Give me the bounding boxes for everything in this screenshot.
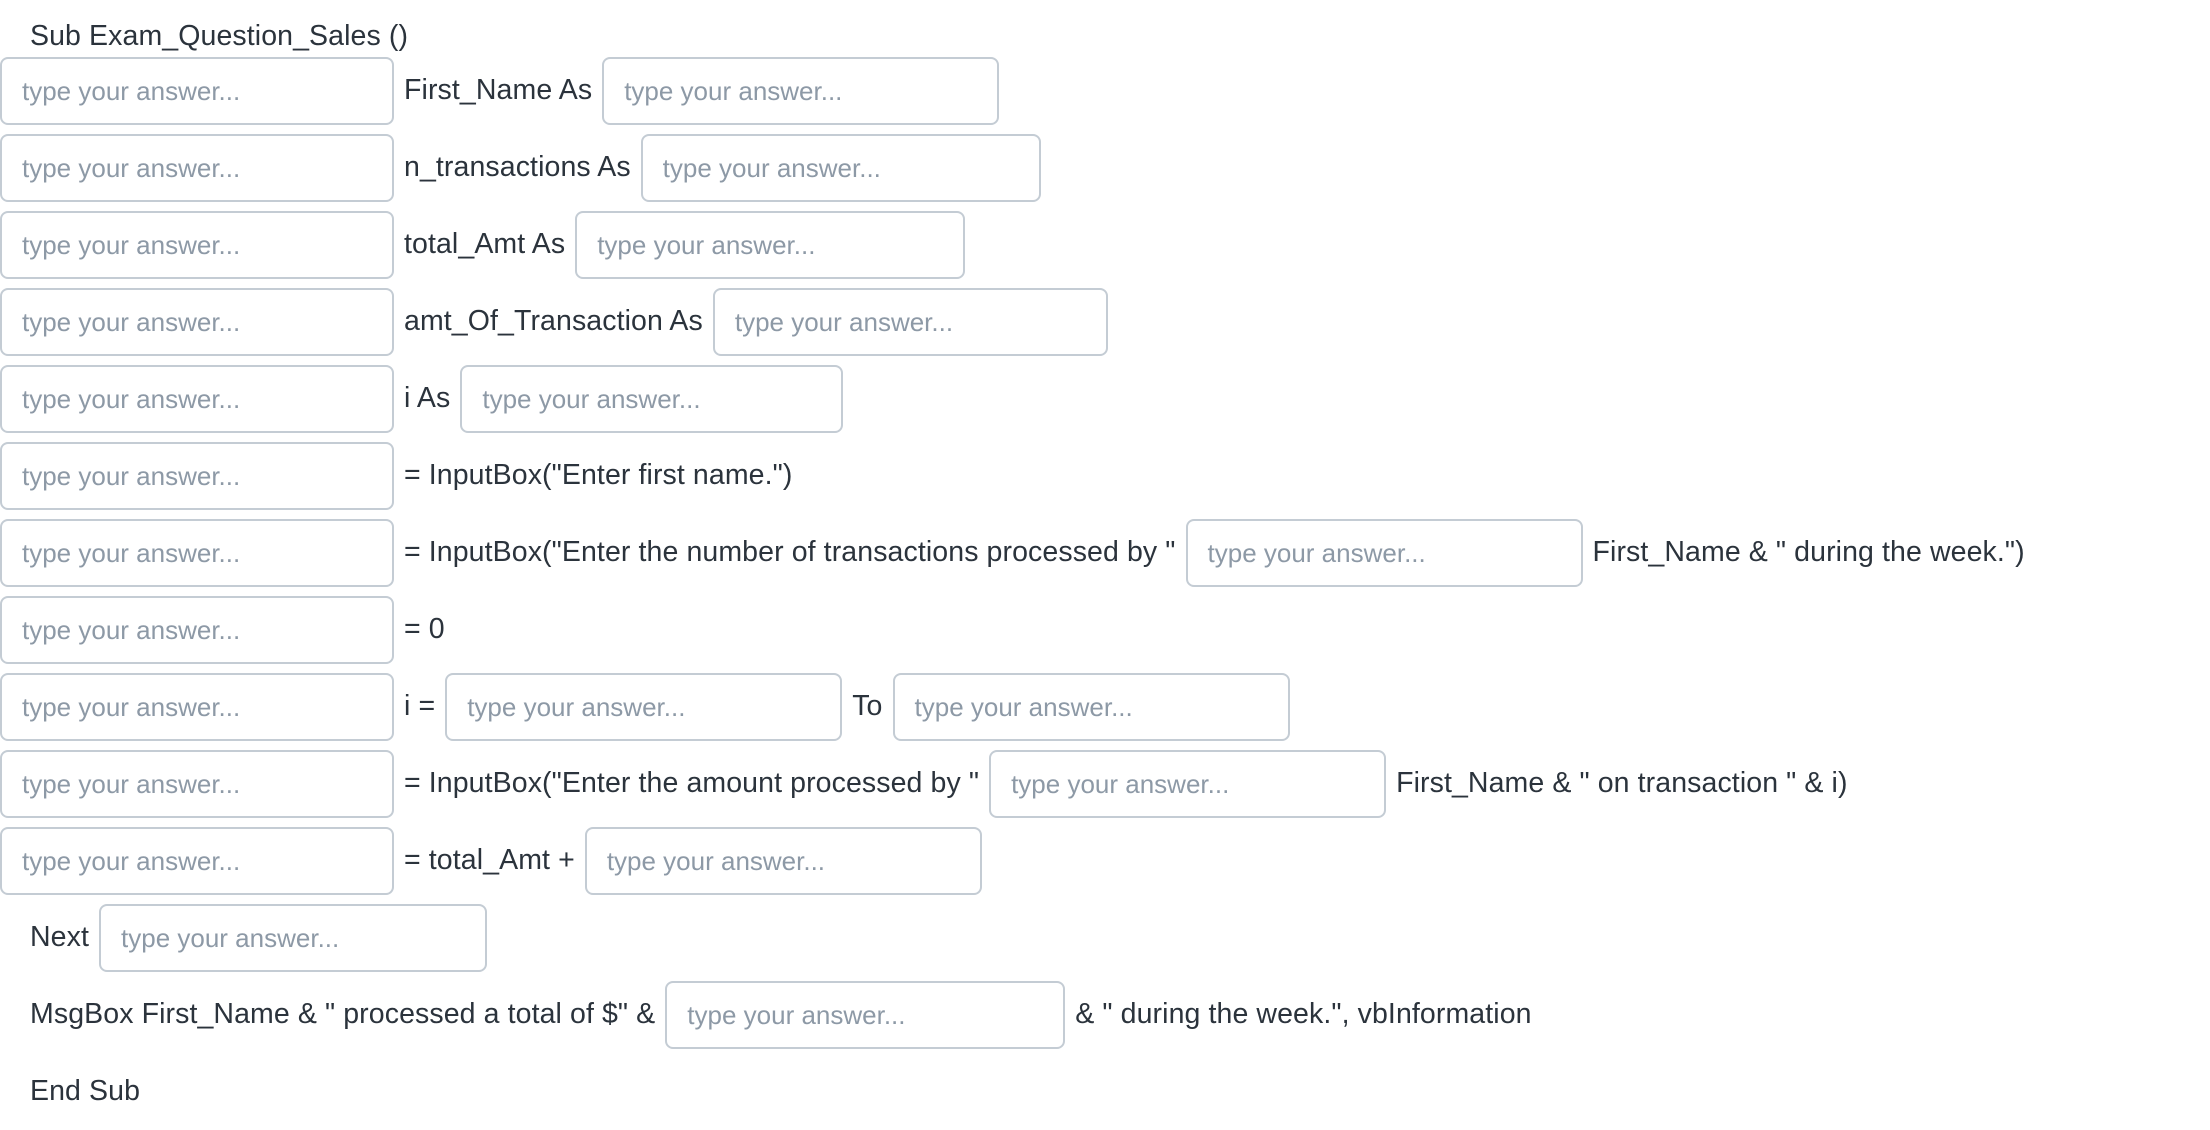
expr-inputbox-n-transactions-prefix: = InputBox("Enter the number of transact… — [404, 536, 1176, 569]
placeholder-text: type your answer... — [22, 691, 241, 722]
expr-msgbox-suffix: & " during the week.", vbInformation — [1075, 998, 1532, 1031]
placeholder-text: type your answer... — [22, 383, 241, 414]
placeholder-text: type your answer... — [22, 614, 241, 645]
label-n-transactions-as: n_transactions As — [404, 151, 631, 184]
placeholder-text: type your answer... — [467, 691, 686, 722]
placeholder-text: type your answer... — [22, 229, 241, 260]
placeholder-text: type your answer... — [22, 75, 241, 106]
expr-init-total-amt: = 0 — [404, 613, 445, 646]
code-line-inputbox-amount: type your answer... = InputBox("Enter th… — [0, 745, 2210, 822]
placeholder-text: type your answer... — [606, 845, 826, 876]
code-line-end-sub: End Sub — [0, 1053, 2210, 1130]
expr-inputbox-first-name: = InputBox("Enter first name.") — [404, 459, 793, 492]
blank-type-amt-of-transaction[interactable]: type your answer... — [712, 287, 1108, 356]
placeholder-text: type your answer... — [22, 537, 241, 568]
code-line-dim-first-name: type your answer... First_Name As type y… — [0, 52, 2210, 129]
code-line-next: Next type your answer... — [0, 899, 2210, 976]
blank-init-total-amt[interactable]: type your answer... — [0, 595, 394, 664]
code-line-title: Sub Exam_Question_Sales () — [0, 0, 2210, 52]
expr-accumulate-total: = total_Amt + — [404, 844, 575, 877]
label-loop-counter-assign: i = — [404, 690, 436, 723]
blank-dim-keyword-total-amt[interactable]: type your answer... — [0, 210, 394, 279]
blank-concat-operator-n-transactions[interactable]: type your answer... — [1185, 518, 1583, 587]
label-total-amt-as: total_Amt As — [404, 228, 566, 261]
code-line-dim-i: type your answer... i As type your answe… — [0, 360, 2210, 437]
blank-dim-keyword-first-name[interactable]: type your answer... — [0, 56, 394, 125]
blank-for-keyword[interactable]: type your answer... — [0, 672, 394, 741]
blank-dim-keyword-i[interactable]: type your answer... — [0, 364, 394, 433]
code-line-inputbox-first-name: type your answer... = InputBox("Enter fi… — [0, 437, 2210, 514]
placeholder-text: type your answer... — [22, 768, 241, 799]
blank-type-n-transactions[interactable]: type your answer... — [640, 133, 1041, 202]
expr-inputbox-amount-prefix: = InputBox("Enter the amount processed b… — [404, 767, 980, 800]
label-loop-to: To — [852, 690, 883, 723]
code-line-dim-amt-of-transaction: type your answer... amt_Of_Transaction A… — [0, 283, 2210, 360]
code-line-accumulate-total: type your answer... = total_Amt + type y… — [0, 822, 2210, 899]
blank-assign-amt-of-transaction[interactable]: type your answer... — [0, 749, 394, 818]
code-line-dim-total-amt: type your answer... total_Amt As type yo… — [0, 206, 2210, 283]
placeholder-text: type your answer... — [687, 999, 906, 1030]
placeholder-text: type your answer... — [22, 460, 241, 491]
code-line-dim-n-transactions: type your answer... n_transactions As ty… — [0, 129, 2210, 206]
placeholder-text: type your answer... — [662, 152, 881, 183]
placeholder-text: type your answer... — [624, 75, 843, 106]
blank-type-first-name[interactable]: type your answer... — [602, 56, 1000, 125]
end-sub-text: End Sub — [30, 1075, 141, 1108]
expr-inputbox-amount-suffix: First_Name & " on transaction " & i) — [1396, 767, 1848, 800]
blank-accumulate-addend[interactable]: type your answer... — [584, 826, 982, 895]
code-line-for-loop: type your answer... i = type your answer… — [0, 668, 2210, 745]
blank-next-counter[interactable]: type your answer... — [99, 903, 488, 972]
blank-accumulate-target[interactable]: type your answer... — [0, 826, 394, 895]
code-line-inputbox-n-transactions: type your answer... = InputBox("Enter th… — [0, 514, 2210, 591]
label-next: Next — [30, 921, 90, 954]
placeholder-text: type your answer... — [22, 306, 241, 337]
placeholder-text: type your answer... — [597, 229, 816, 260]
blank-msgbox-total[interactable]: type your answer... — [665, 980, 1066, 1049]
expr-inputbox-n-transactions-suffix: First_Name & " during the week.") — [1592, 536, 2025, 569]
blank-loop-start[interactable]: type your answer... — [445, 672, 843, 741]
blank-dim-keyword-amt-of-transaction[interactable]: type your answer... — [0, 287, 394, 356]
expr-msgbox-prefix: MsgBox First_Name & " processed a total … — [30, 998, 656, 1031]
placeholder-text: type your answer... — [914, 691, 1133, 722]
vba-exercise-sheet: Sub Exam_Question_Sales () type your ans… — [0, 0, 2210, 1106]
placeholder-text: type your answer... — [1207, 537, 1426, 568]
label-i-as: i As — [404, 382, 451, 415]
blank-assign-n-transactions[interactable]: type your answer... — [0, 518, 394, 587]
code-line-msgbox: MsgBox First_Name & " processed a total … — [0, 976, 2210, 1053]
placeholder-text: type your answer... — [22, 845, 241, 876]
blank-loop-end[interactable]: type your answer... — [892, 672, 1290, 741]
placeholder-text: type your answer... — [1011, 768, 1230, 799]
blank-type-i[interactable]: type your answer... — [460, 364, 844, 433]
sub-declaration-text: Sub Exam_Question_Sales () — [30, 19, 409, 52]
blank-type-total-amt[interactable]: type your answer... — [575, 210, 966, 279]
label-amt-of-transaction-as: amt_Of_Transaction As — [404, 305, 703, 338]
placeholder-text: type your answer... — [482, 383, 701, 414]
placeholder-text: type your answer... — [734, 306, 954, 337]
code-line-init-total: type your answer... = 0 — [0, 591, 2210, 668]
blank-concat-operator-amount[interactable]: type your answer... — [989, 749, 1387, 818]
label-first-name-as: First_Name As — [404, 74, 593, 107]
blank-assign-first-name[interactable]: type your answer... — [0, 441, 394, 510]
placeholder-text: type your answer... — [121, 922, 340, 953]
placeholder-text: type your answer... — [22, 152, 241, 183]
blank-dim-keyword-n-transactions[interactable]: type your answer... — [0, 133, 394, 202]
